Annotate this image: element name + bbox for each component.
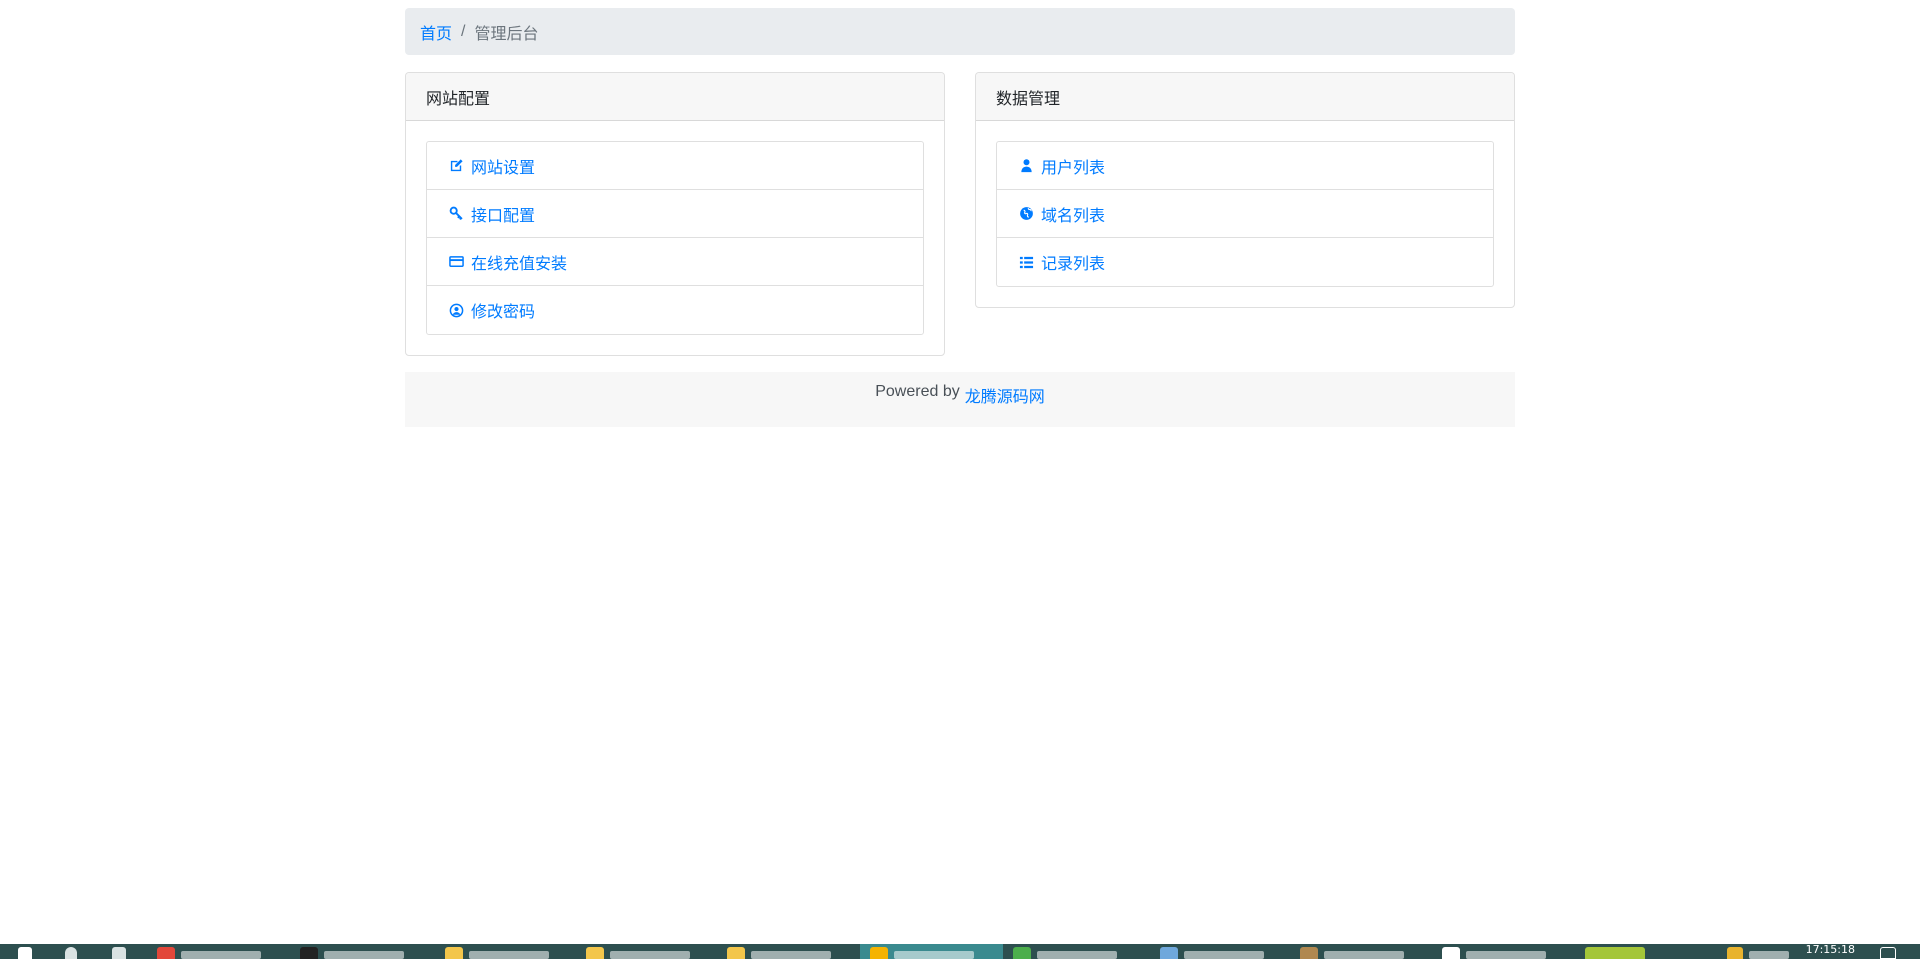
menu-item-change-password[interactable]: 修改密码	[427, 286, 923, 334]
taskbar-app-3[interactable]	[445, 947, 549, 959]
menu-item-record-list[interactable]: 记录列表	[997, 238, 1493, 286]
browser-icon	[870, 947, 888, 959]
page: 首页 / 管理后台 网站配置 网站设置 接口配置 在线充值安装 修改密码 数据管…	[0, 0, 1920, 959]
taskbar-app-label	[1184, 951, 1264, 959]
footer-link[interactable]: 龙腾源码网	[965, 383, 1045, 407]
app-icon	[1727, 947, 1743, 959]
menu-item-label: 修改密码	[471, 304, 536, 321]
menu-item-label: 在线充值安装	[471, 255, 568, 273]
windows-icon	[18, 947, 32, 959]
user-circle-icon	[447, 301, 465, 319]
taskbar-app-label	[469, 951, 549, 959]
taskbar-app-label	[1037, 951, 1117, 959]
main-container: 首页 / 管理后台 网站配置 网站设置 接口配置 在线充值安装 修改密码 数据管…	[405, 8, 1515, 427]
app-icon	[157, 947, 175, 959]
app-icon	[1442, 947, 1460, 959]
taskbar-app-label	[610, 951, 690, 959]
system-tray[interactable]	[1585, 947, 1645, 959]
os-taskbar: 17:15:18	[0, 944, 1920, 959]
site-config-card: 网站配置 网站设置 接口配置 在线充值安装 修改密码	[405, 72, 945, 356]
taskbar-app-2[interactable]	[300, 947, 404, 959]
breadcrumb-current: 管理后台	[474, 25, 539, 43]
taskbar-app-label	[894, 951, 974, 959]
card-body: 网站设置 接口配置 在线充值安装 修改密码	[406, 121, 944, 355]
taskbar-app-10[interactable]	[1442, 947, 1546, 959]
data-management-card: 数据管理 用户列表 域名列表 记录列表	[975, 72, 1515, 308]
card-body: 用户列表 域名列表 记录列表	[976, 121, 1514, 307]
edit-icon	[447, 157, 465, 175]
menu-item-online-recharge[interactable]: 在线充值安装	[427, 238, 923, 286]
browser-icon	[1013, 947, 1031, 959]
credit-card-icon	[447, 253, 465, 271]
task-view-icon	[112, 947, 126, 959]
menu-item-label: 域名列表	[1041, 207, 1106, 225]
taskbar-app-label	[324, 951, 404, 959]
menu-item-label: 记录列表	[1041, 256, 1106, 273]
taskbar-app-label	[181, 951, 261, 959]
taskbar-start-button[interactable]	[18, 947, 32, 959]
breadcrumb: 首页 / 管理后台	[405, 8, 1515, 55]
menu-item-label: 网站设置	[471, 159, 536, 177]
globe-icon	[1017, 205, 1035, 223]
search-icon	[65, 947, 77, 959]
tray-app[interactable]	[1727, 947, 1789, 959]
key-icon	[447, 205, 465, 223]
site-config-list: 网站设置 接口配置 在线充值安装 修改密码	[426, 141, 924, 335]
menu-item-site-settings[interactable]: 网站设置	[427, 142, 923, 190]
menu-item-domain-list[interactable]: 域名列表	[997, 190, 1493, 238]
folder-icon	[727, 947, 745, 959]
taskbar-app-label	[1324, 951, 1404, 959]
taskbar-app-7[interactable]	[1013, 947, 1117, 959]
taskbar-task-view-button[interactable]	[112, 947, 126, 959]
taskbar-app-1[interactable]	[157, 947, 261, 959]
taskbar-app-label	[1466, 951, 1546, 959]
card-title-site-config: 网站配置	[406, 73, 944, 121]
app-icon	[1300, 947, 1318, 959]
notification-center-button[interactable]	[1880, 947, 1896, 959]
data-management-list: 用户列表 域名列表 记录列表	[996, 141, 1494, 287]
menu-item-label: 接口配置	[471, 207, 536, 225]
folder-icon	[586, 947, 604, 959]
taskbar-app-4[interactable]	[586, 947, 690, 959]
taskbar-app-5[interactable]	[727, 947, 831, 959]
footer-text: Powered by	[875, 383, 960, 400]
user-icon	[1017, 157, 1035, 175]
taskbar-app-6-active[interactable]	[870, 947, 974, 959]
menu-item-label: 用户列表	[1041, 159, 1106, 177]
breadcrumb-home-link[interactable]: 首页	[420, 20, 452, 44]
folder-icon	[445, 947, 463, 959]
notification-icon	[1880, 947, 1896, 959]
app-icon	[1160, 947, 1178, 959]
footer: Powered by 龙腾源码网	[405, 372, 1515, 427]
tray-icons	[1585, 947, 1645, 959]
cards-row: 网站配置 网站设置 接口配置 在线充值安装 修改密码 数据管理 用户列表 域名列…	[405, 72, 1515, 356]
taskbar-clock[interactable]: 17:15:18	[1806, 944, 1855, 956]
taskbar-app-8[interactable]	[1160, 947, 1264, 959]
taskbar-app-9[interactable]	[1300, 947, 1404, 959]
menu-item-api-config[interactable]: 接口配置	[427, 190, 923, 238]
breadcrumb-separator: /	[461, 22, 466, 40]
taskbar-search-button[interactable]	[65, 947, 77, 959]
taskbar-app-label	[1749, 951, 1789, 959]
menu-item-user-list[interactable]: 用户列表	[997, 142, 1493, 190]
list-icon	[1017, 253, 1035, 271]
card-title-data-management: 数据管理	[976, 73, 1514, 121]
taskbar-app-label	[751, 951, 831, 959]
app-icon	[300, 947, 318, 959]
